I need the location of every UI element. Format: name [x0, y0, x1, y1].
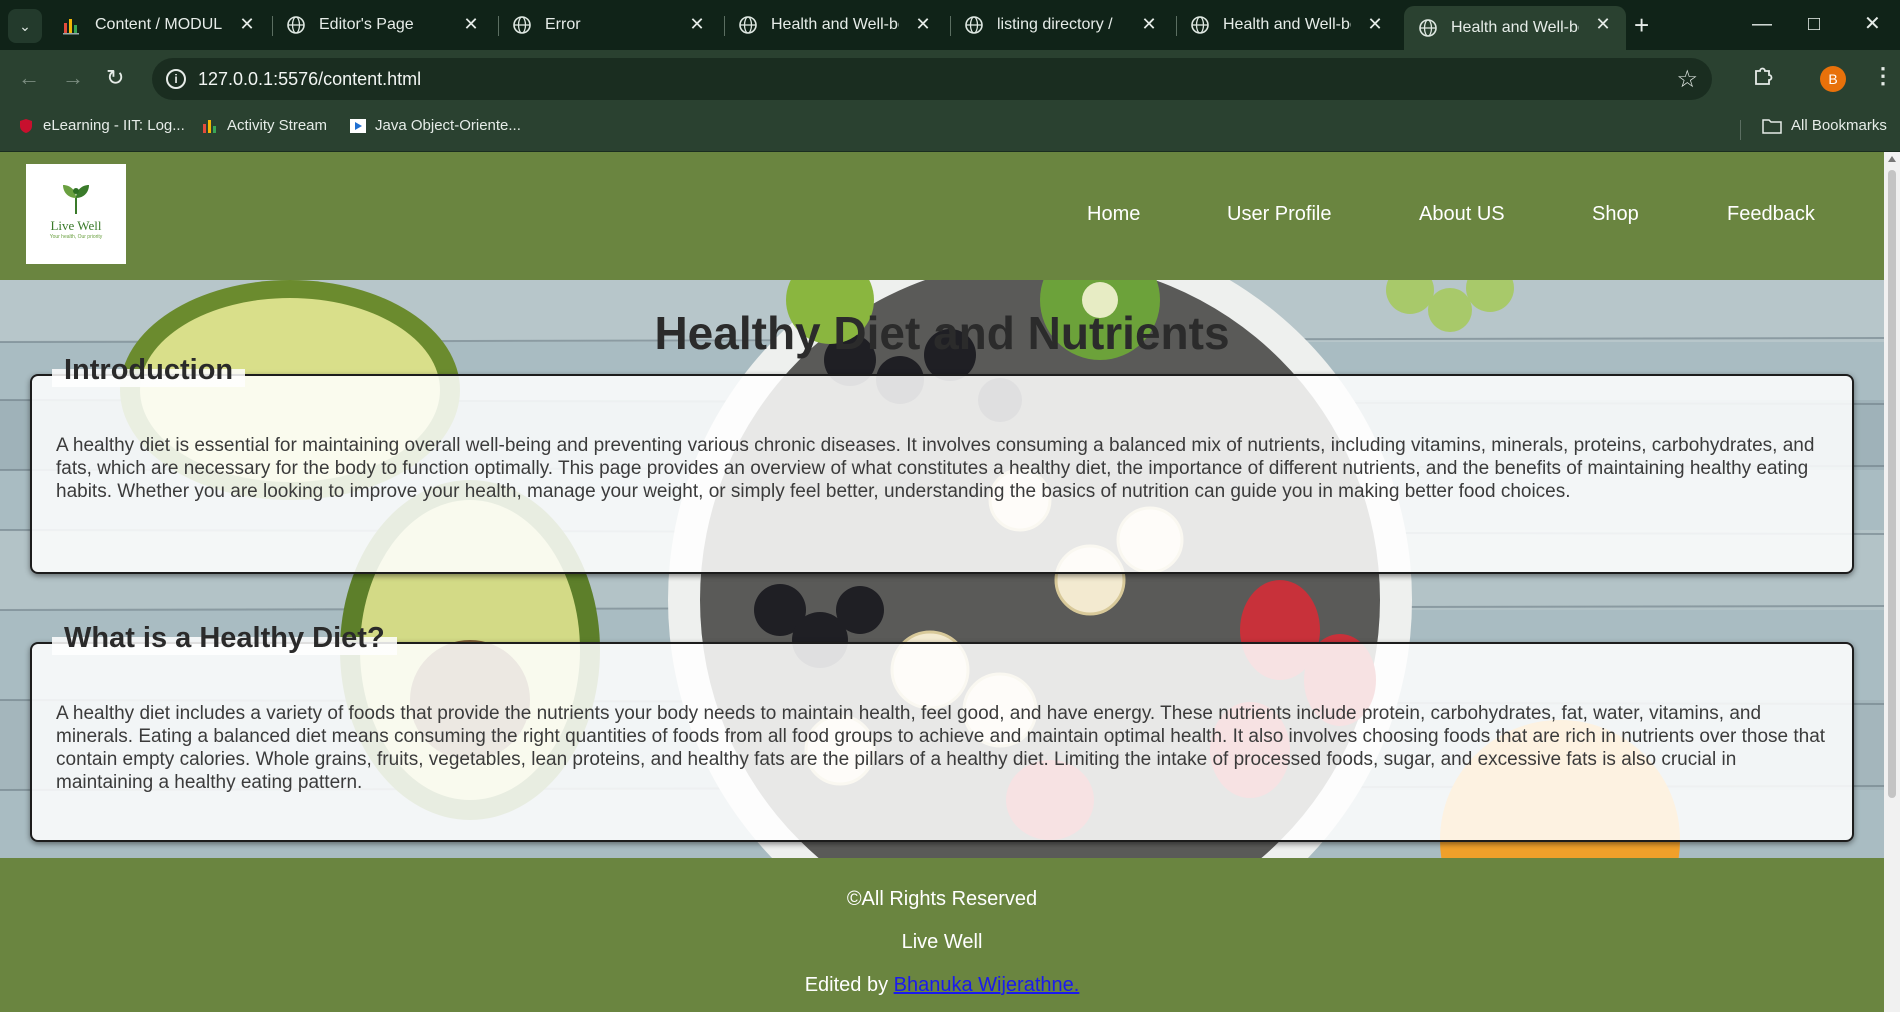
tab-title: Health and Well-bein	[1223, 16, 1351, 33]
chart-favicon-icon	[63, 19, 79, 35]
tab-title: Editor's Page	[319, 16, 414, 33]
tab-strip: ⌄ Content / MODULE: ( ✕ Editor's Page ✕ …	[0, 0, 1900, 50]
globe-icon	[1419, 19, 1437, 37]
tab-3[interactable]: Error ✕	[498, 6, 720, 44]
section-heading: What is a Healthy Diet?	[52, 622, 397, 655]
tab-6[interactable]: Health and Well-bein ✕	[1176, 6, 1398, 44]
tab-5[interactable]: listing directory / ✕	[950, 6, 1172, 44]
shield-icon	[20, 118, 32, 133]
site-footer: ©All Rights Reserved Live Well Edited by…	[0, 858, 1884, 1012]
author-link[interactable]: Bhanuka Wijerathne.	[894, 974, 1080, 996]
menu-kebab-icon[interactable]: ⋮	[1872, 65, 1894, 87]
footer-rights: ©All Rights Reserved	[846, 888, 1038, 910]
tab-title: Content / MODULE: (	[95, 16, 223, 33]
globe-icon	[287, 16, 305, 34]
maximize-icon[interactable]: □	[1808, 14, 1820, 34]
tab-7-active[interactable]: Health and Well-bein ✕	[1404, 6, 1626, 50]
tab-4[interactable]: Health and Well-bein ✕	[724, 6, 946, 44]
site-header: Live Well Your health, Our priority Home…	[0, 152, 1884, 280]
section-heading: Introduction	[52, 354, 246, 387]
footer-credit: Edited by Bhanuka Wijerathne.	[0, 974, 1884, 997]
back-arrow-icon[interactable]: ←	[18, 66, 40, 90]
site-logo[interactable]: Live Well Your health, Our priority	[26, 164, 126, 264]
extensions-puzzle-icon[interactable]	[1752, 65, 1774, 87]
address-bar[interactable]: i 127.0.0.1:5576/content.html ☆	[152, 58, 1712, 100]
nav-user-profile[interactable]: User Profile	[1227, 203, 1331, 226]
logo-brand-text: Live Well	[50, 218, 102, 233]
close-window-icon[interactable]: ✕	[1864, 14, 1881, 34]
close-icon[interactable]: ✕	[238, 15, 256, 33]
globe-icon	[965, 16, 983, 34]
bookmark-label: Activity Stream	[227, 117, 328, 134]
chart-favicon-icon	[203, 119, 216, 133]
tab-title: Error	[545, 16, 581, 33]
bookmarks-bar: eLearning - IIT: Log... Activity Stream …	[0, 108, 1900, 152]
page-title: Healthy Diet and Nutrients	[654, 307, 1230, 359]
content-area: Healthy Diet and Nutrients Introduction …	[0, 280, 1884, 858]
bookmark-item[interactable]: Java Object-Oriente...	[350, 117, 521, 134]
section-what-is-healthy-diet: What is a Healthy Diet? A healthy diet i…	[30, 622, 1854, 842]
nav-home[interactable]: Home	[1087, 203, 1140, 226]
bookmark-star-icon[interactable]: ☆	[1676, 65, 1698, 94]
globe-icon	[739, 16, 757, 34]
section-body: A healthy diet is essential for maintain…	[56, 435, 1815, 502]
section-body: A healthy diet includes a variety of foo…	[56, 703, 1826, 793]
globe-icon	[1191, 16, 1209, 34]
logo-tagline: Your health, Our priority	[49, 234, 103, 240]
footer-brand: Live Well	[901, 931, 983, 953]
tab-title: Health and Well-bein	[771, 16, 899, 33]
nav-feedback[interactable]: Feedback	[1727, 203, 1815, 226]
close-icon[interactable]: ✕	[1594, 15, 1612, 33]
scroll-up-arrow-icon[interactable]	[1888, 156, 1896, 162]
tab-title: listing directory /	[997, 16, 1113, 33]
tab-1[interactable]: Content / MODULE: ( ✕	[48, 6, 270, 44]
close-icon[interactable]: ✕	[688, 15, 706, 33]
nav-about-us[interactable]: About US	[1419, 203, 1505, 226]
folder-icon	[1762, 118, 1782, 134]
page-scrollbar[interactable]	[1884, 152, 1900, 1012]
close-icon[interactable]: ✕	[914, 15, 932, 33]
bookmark-label: Java Object-Oriente...	[375, 117, 521, 134]
minimize-icon[interactable]: —	[1752, 14, 1772, 34]
tab-title: Health and Well-bein	[1451, 19, 1579, 36]
bookmark-label: eLearning - IIT: Log...	[43, 117, 185, 134]
globe-icon	[513, 16, 531, 34]
page-viewport: Live Well Your health, Our priority Home…	[0, 152, 1884, 1012]
new-tab-plus-icon[interactable]: +	[1634, 12, 1649, 38]
all-bookmarks-label: All Bookmarks	[1791, 117, 1887, 134]
url-text[interactable]: 127.0.0.1:5576/content.html	[198, 69, 421, 90]
site-info-icon[interactable]: i	[166, 69, 186, 89]
video-icon	[350, 118, 366, 133]
bookmark-item[interactable]: eLearning - IIT: Log...	[18, 117, 185, 134]
all-bookmarks-button[interactable]: All Bookmarks	[1762, 117, 1887, 134]
section-introduction: Introduction A healthy diet is essential…	[30, 354, 1854, 574]
bookmark-item[interactable]: Activity Stream	[202, 117, 327, 134]
browser-toolbar: ← → ↻ i 127.0.0.1:5576/content.html ☆ B …	[0, 50, 1900, 108]
footer-edited-by: Edited by	[804, 974, 894, 996]
tab-2[interactable]: Editor's Page ✕	[272, 6, 494, 44]
scrollbar-thumb[interactable]	[1888, 170, 1896, 798]
nav-shop[interactable]: Shop	[1592, 203, 1639, 226]
close-icon[interactable]: ✕	[1366, 15, 1384, 33]
close-icon[interactable]: ✕	[1140, 15, 1158, 33]
profile-avatar[interactable]: B	[1820, 66, 1846, 92]
leaf-logo-icon	[63, 185, 89, 215]
reload-icon[interactable]: ↻	[106, 66, 124, 90]
close-icon[interactable]: ✕	[462, 15, 480, 33]
chevron-down-icon: ⌄	[19, 17, 31, 34]
forward-arrow-icon[interactable]: →	[62, 66, 84, 90]
tab-search-button[interactable]: ⌄	[8, 9, 42, 43]
